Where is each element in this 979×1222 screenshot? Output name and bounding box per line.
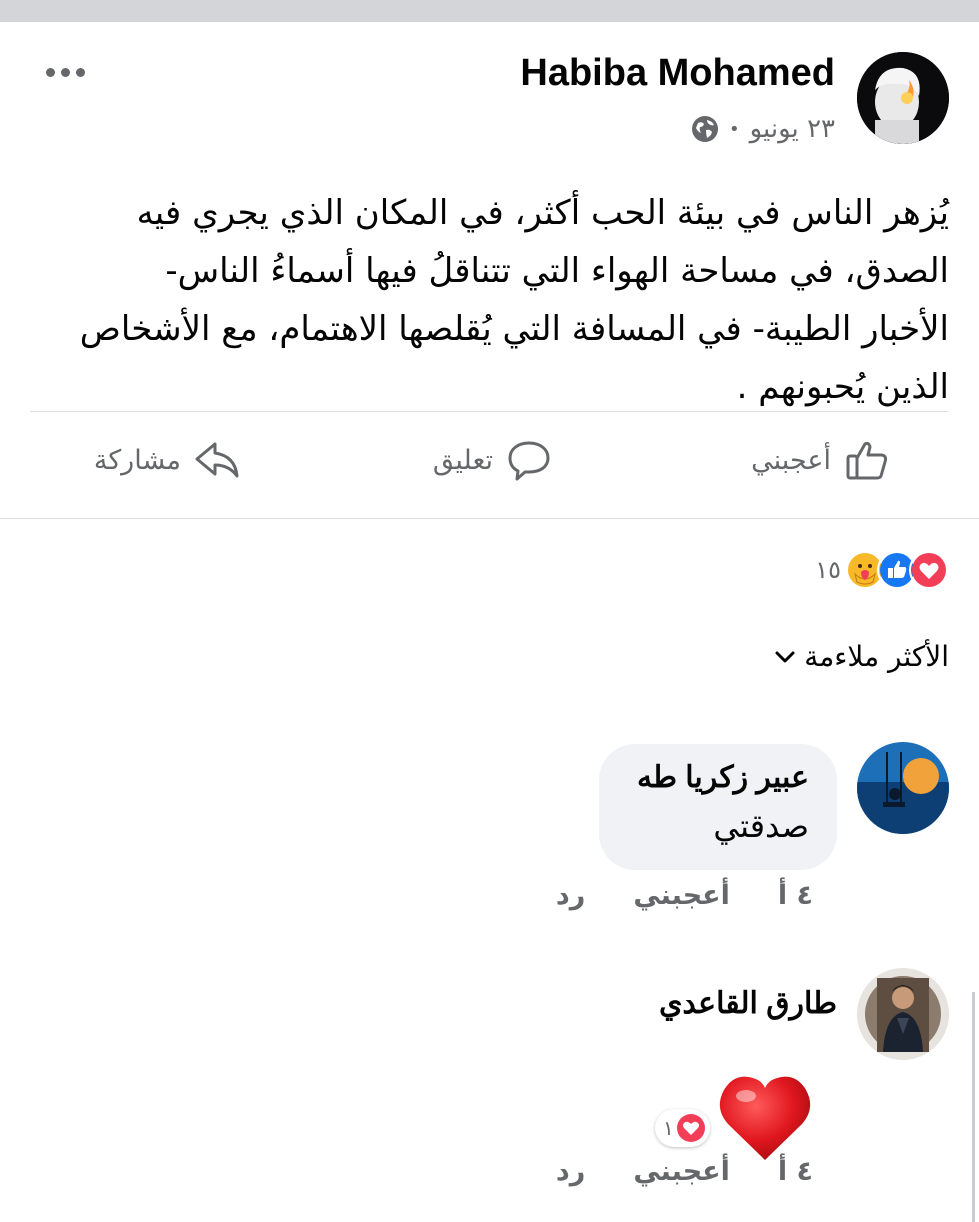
comment-reply-button[interactable]: رد [556,1156,585,1187]
comment-reaction-count: ١ [663,1116,674,1140]
comment-author[interactable]: عبير زكريا طه [627,760,809,795]
comment-bubble-icon [508,441,550,481]
comment-text: صدقتي [713,807,809,845]
reactions-summary[interactable]: ١٥ [815,550,949,590]
post-text-line: الذين يُحبونهم . [736,367,949,407]
like-button-label: أعجبني [751,444,831,476]
meta-separator: • [728,118,740,140]
globe-icon [691,116,718,142]
heart-sticker [719,1076,811,1160]
scrollbar[interactable] [972,992,975,1222]
author-avatar-image [857,52,949,144]
comment-actions: ٤ أ أعجبني رد [556,1156,813,1187]
comment-actions: ٤ أ أعجبني رد [556,880,813,911]
love-icon [909,550,949,590]
post-text-line: الأخبار الطيبة- في المسافة التي يُقلصها … [79,309,949,349]
commenter-avatar-image [857,742,949,834]
top-edge-bar [0,0,979,22]
share-arrow-icon [195,442,239,478]
post-date[interactable]: ٢٣ يونيو [750,114,835,144]
share-button[interactable]: مشاركة [94,412,241,508]
comment-time[interactable]: ٤ أ [778,1156,813,1187]
comment-button-label: تعليق [432,444,493,476]
reactions-count: ١٥ [815,556,841,584]
commenter-avatar-image [857,968,949,1060]
like-button[interactable]: أعجبني [751,412,891,508]
commenter-avatar[interactable] [857,968,949,1060]
comment-button[interactable]: تعليق [433,412,553,508]
post-page: Habiba Mohamed ٢٣ يونيو • يُزهر الناس في… [0,22,979,1222]
post-text-line: الصدق، في مساحة الهواء التي تتناقلُ فيها… [165,251,949,291]
commenter-avatar[interactable] [857,742,949,834]
author-avatar[interactable] [857,52,949,144]
post-body: يُزهر الناس في بيئة الحب أكثر، في المكان… [29,184,949,416]
love-icon [676,1114,705,1142]
comment-time[interactable]: ٤ أ [778,880,813,911]
actions-divider [0,518,979,519]
comment-author[interactable]: طارق القاعدي [659,986,837,1021]
comment-reaction-badge[interactable]: ١ [655,1109,710,1147]
share-button-label: مشاركة [93,444,181,476]
comment-sort-dropdown[interactable]: الأكثر ملاءمة [774,640,949,673]
post-text-line: يُزهر الناس في بيئة الحب أكثر، في المكان… [136,193,949,233]
comment-like-button[interactable]: أعجبني [633,880,730,911]
more-dot-icon [75,67,85,77]
more-dot-icon [45,67,55,77]
thumbs-up-icon [846,441,888,480]
chevron-down-icon [775,651,795,662]
more-options-button[interactable] [40,60,90,84]
comment-bubble[interactable]: عبير زكريا طه صدقتي [599,744,837,870]
post-author-name[interactable]: Habiba Mohamed [520,52,835,95]
reaction-icons [845,550,949,590]
post-actions-bar: أعجبني تعليق مشاركة [0,412,979,508]
sort-label: الأكثر ملاءمة [804,640,949,673]
more-dot-icon [60,67,70,77]
comment-reply-button[interactable]: رد [556,880,585,911]
post-meta: ٢٣ يونيو • [691,114,835,144]
comment-like-button[interactable]: أعجبني [633,1156,730,1187]
